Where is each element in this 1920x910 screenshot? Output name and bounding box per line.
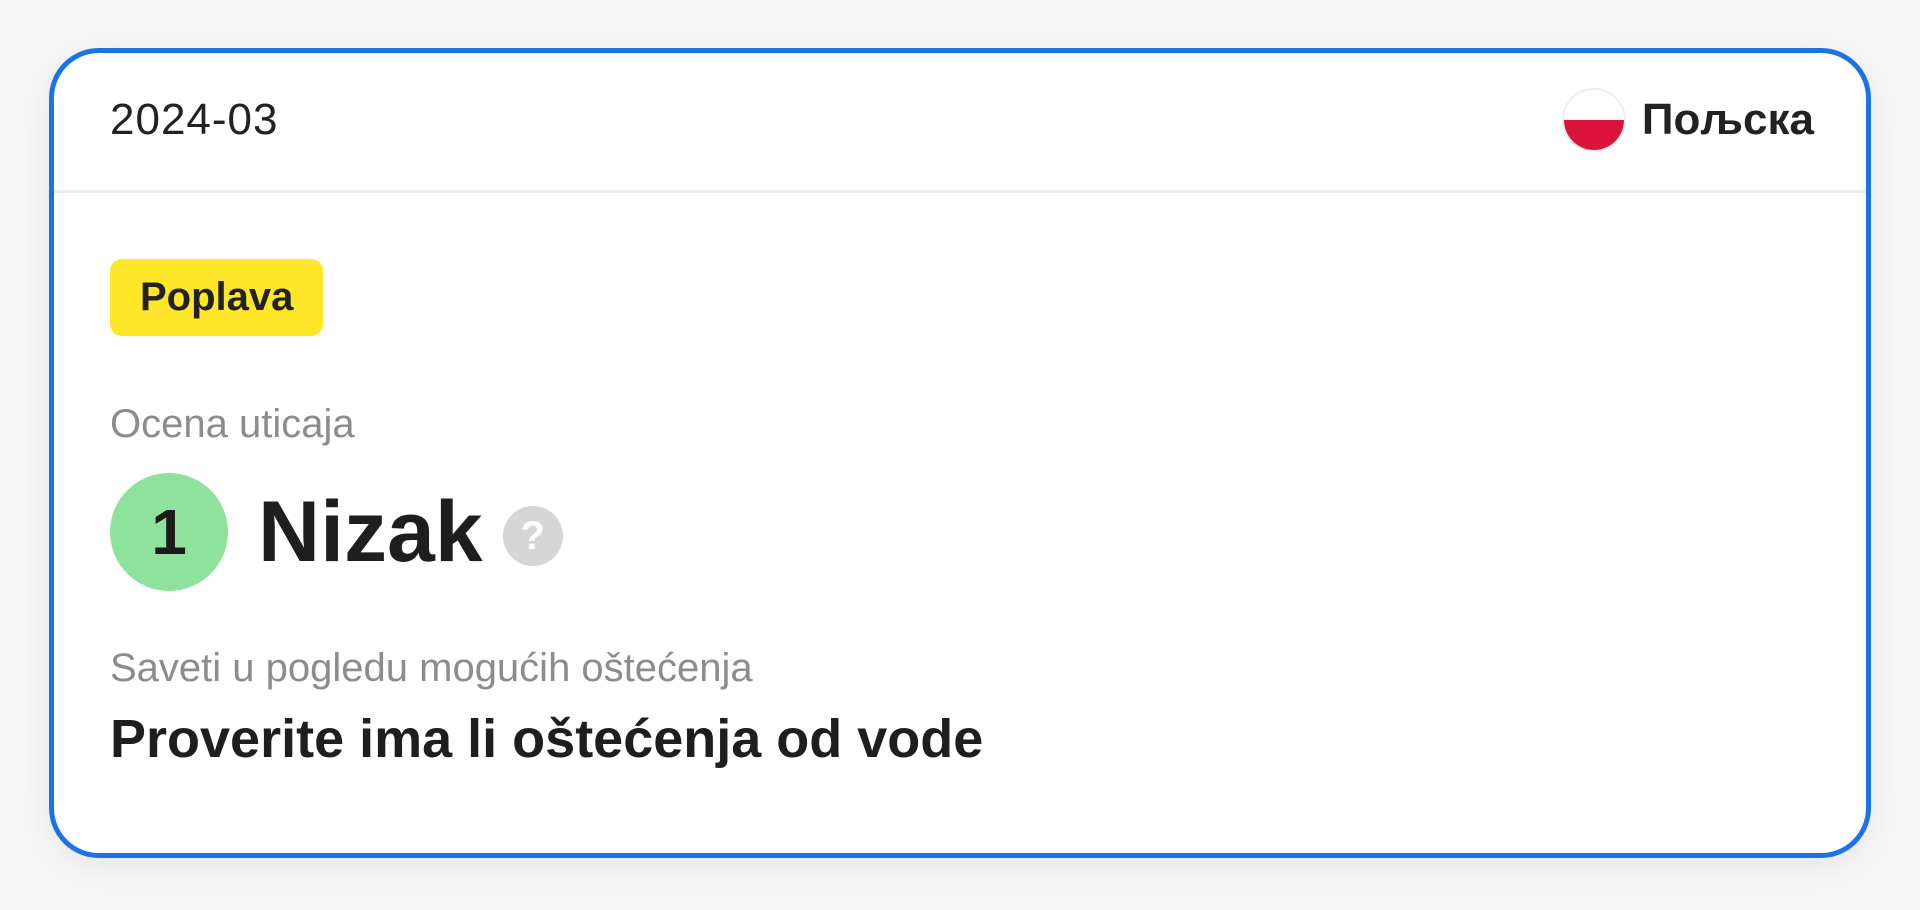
poland-flag-icon <box>1563 90 1624 150</box>
impact-rating: 1 Nizak ? <box>110 472 1810 592</box>
advice-text: Proverite ima li oštećenja od vode <box>110 709 984 769</box>
event-type-badge: Poplava <box>110 259 324 336</box>
impact-score-badge: 1 <box>110 473 228 591</box>
card-body: Poplava Ocena uticaja 1 Nizak ? Saveti u… <box>110 259 1810 766</box>
event-date: 2024-03 <box>110 95 279 144</box>
country-name: Пољска <box>1641 95 1814 144</box>
advice-label: Saveti u pogledu mogućih oštećenja <box>110 646 753 690</box>
question-mark-icon[interactable]: ? <box>502 506 563 566</box>
event-card[interactable]: 2024-03 Пољска Poplava Ocena uticaja 1 N… <box>49 48 1871 858</box>
country-label: Пољска <box>1563 89 1814 151</box>
impact-level: Nizak <box>258 484 483 580</box>
impact-label: Ocena uticaja <box>110 402 355 446</box>
card-header: 2024-03 Пољска <box>54 53 1866 193</box>
